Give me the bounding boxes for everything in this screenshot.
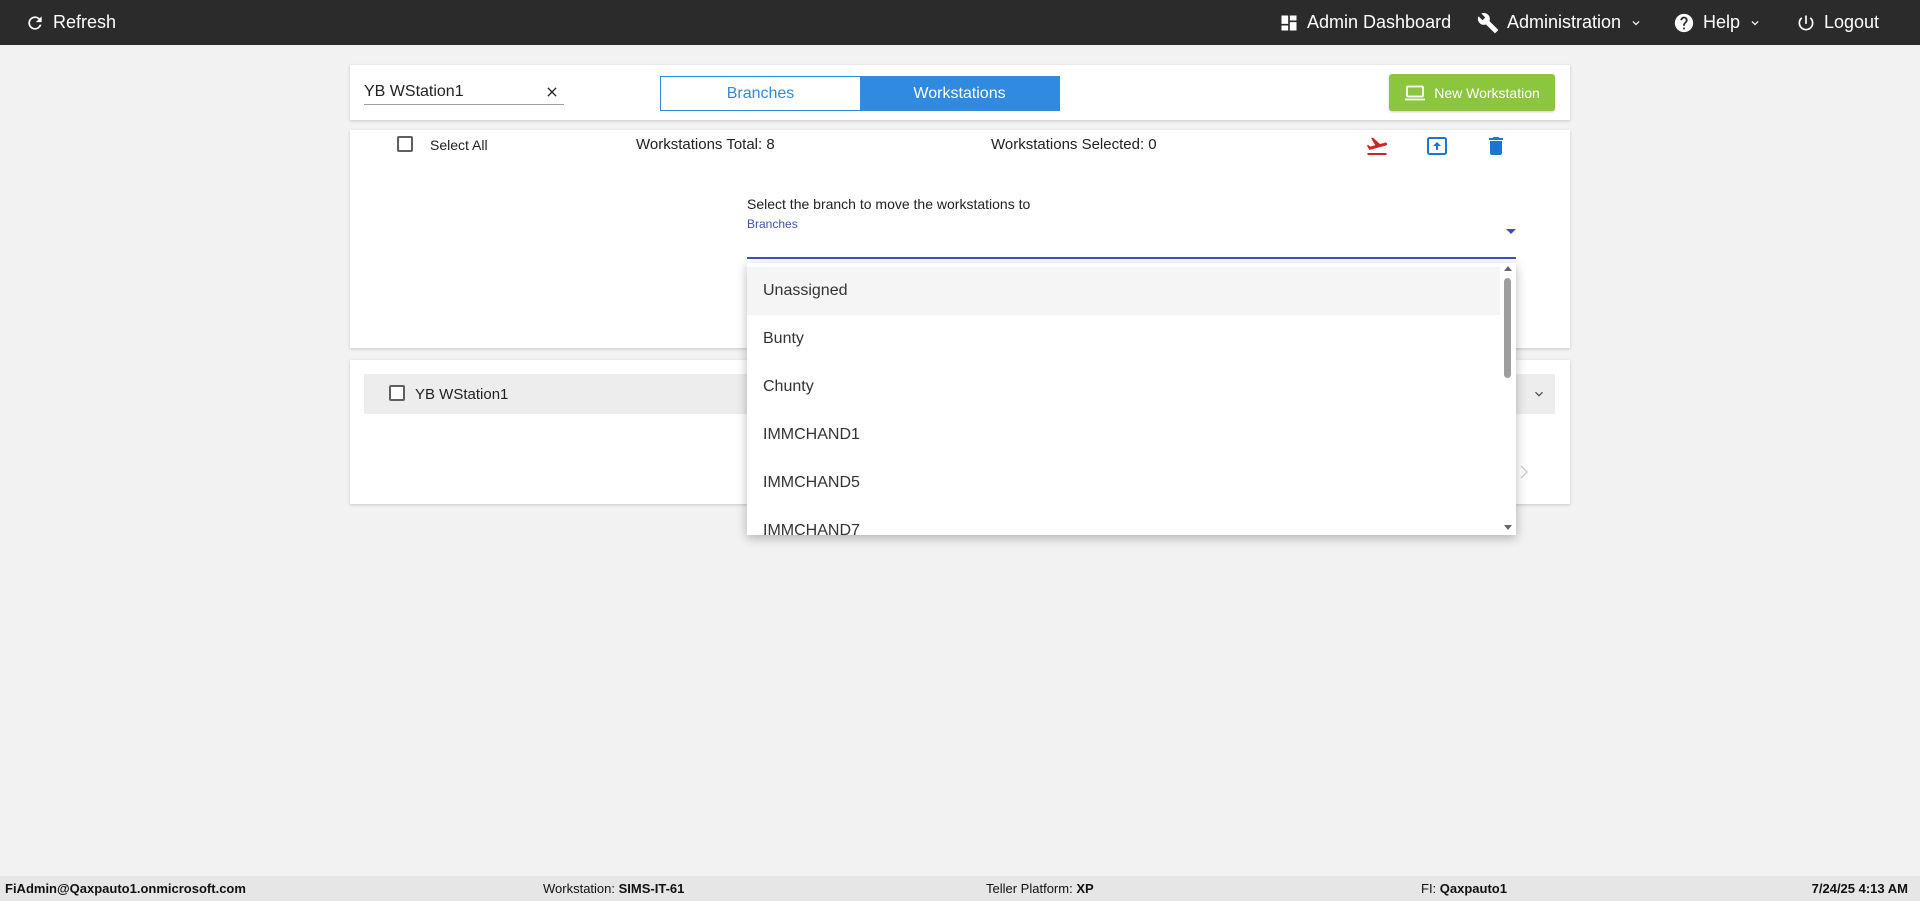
help-menu[interactable]: Help <box>1673 0 1762 45</box>
refresh-button[interactable]: Refresh <box>25 0 116 45</box>
tab-branches[interactable]: Branches <box>661 77 860 110</box>
option-chunty[interactable]: Chunty <box>747 363 1500 411</box>
new-workstation-button[interactable]: New Workstation <box>1389 74 1555 111</box>
workstation-checkbox[interactable] <box>389 385 405 401</box>
help-label: Help <box>1703 12 1741 32</box>
select-all-checkbox[interactable] <box>397 136 413 152</box>
refresh-label: Refresh <box>53 12 117 32</box>
footer-fi: FI: Qaxpauto1 <box>1421 881 1507 896</box>
footer-teller-label: Teller Platform: <box>986 881 1073 896</box>
laptop-icon <box>1405 85 1426 100</box>
scroll-down-arrow[interactable] <box>1504 525 1512 530</box>
admin-dashboard-label: Admin Dashboard <box>1307 12 1452 32</box>
scrollbar-thumb[interactable] <box>1504 278 1511 378</box>
help-icon <box>1674 13 1694 32</box>
logout-button[interactable]: Logout <box>1796 0 1879 45</box>
workstations-total: Workstations Total: 8 <box>636 136 775 153</box>
branches-select-caret[interactable] <box>1506 229 1516 234</box>
select-all-label: Select All <box>430 137 488 153</box>
search-field <box>364 81 564 105</box>
top-navigation-bar: Refresh Admin Dashboard Administration H… <box>0 0 1920 45</box>
branches-select-label: Branches <box>747 217 798 231</box>
new-workstation-label: New Workstation <box>1434 84 1540 101</box>
footer-teller-platform: Teller Platform: XP <box>986 881 1094 896</box>
workstation-name: YB WStation1 <box>415 386 509 403</box>
footer-teller-value: XP <box>1076 881 1094 896</box>
dropdown-scrollbar[interactable] <box>1500 263 1516 535</box>
chevron-right-icon[interactable] <box>1518 464 1530 480</box>
footer-datetime: 7/24/25 4:13 AM <box>1811 881 1908 896</box>
flight-takeoff-icon[interactable] <box>1365 134 1389 158</box>
option-bunty[interactable]: Bunty <box>747 315 1500 363</box>
trash-icon[interactable] <box>1484 134 1508 158</box>
scroll-up-arrow[interactable] <box>1504 266 1512 271</box>
tab-workstations[interactable]: Workstations <box>860 77 1059 110</box>
option-immchand1[interactable]: IMMCHAND1 <box>747 411 1500 459</box>
move-branch-prompt: Select the branch to move the workstatio… <box>747 196 1031 212</box>
refresh-icon <box>28 15 42 30</box>
administration-label: Administration <box>1507 12 1622 32</box>
logout-label: Logout <box>1824 12 1880 32</box>
option-immchand5[interactable]: IMMCHAND5 <box>747 459 1500 507</box>
status-footer: FiAdmin@Qaxpauto1.onmicrosoft.com Workst… <box>0 876 1920 901</box>
upload-icon[interactable] <box>1425 134 1449 158</box>
search-input[interactable] <box>364 81 534 103</box>
administration-menu[interactable]: Administration <box>1477 0 1643 45</box>
chevron-down-icon <box>1632 20 1640 25</box>
footer-workstation-value: SIMS-IT-61 <box>618 881 685 896</box>
option-immchand7[interactable]: IMMCHAND7 <box>747 507 1500 535</box>
chevron-down-icon <box>1751 20 1759 25</box>
workstations-selected: Workstations Selected: 0 <box>991 136 1157 153</box>
footer-fi-value: Qaxpauto1 <box>1439 881 1507 896</box>
search-toolbar-card: Branches Workstations New Workstation <box>350 65 1570 120</box>
chevron-down-icon[interactable] <box>1531 386 1547 402</box>
branches-select[interactable] <box>747 257 1516 259</box>
close-icon[interactable] <box>544 84 560 100</box>
branches-dropdown: Unassigned Bunty Chunty IMMCHAND1 IMMCHA… <box>747 263 1516 535</box>
option-unassigned[interactable]: Unassigned <box>747 267 1500 315</box>
power-icon <box>1798 15 1814 30</box>
admin-dashboard-link[interactable]: Admin Dashboard <box>1279 0 1451 45</box>
branches-options: Unassigned Bunty Chunty IMMCHAND1 IMMCHA… <box>747 263 1500 535</box>
dashboard-icon <box>1281 15 1297 30</box>
footer-user: FiAdmin@Qaxpauto1.onmicrosoft.com <box>5 881 246 896</box>
footer-workstation: Workstation: SIMS-IT-61 <box>543 881 684 896</box>
footer-fi-label: FI: <box>1421 881 1437 896</box>
footer-workstation-label: Workstation: <box>543 881 616 896</box>
view-toggle: Branches Workstations <box>660 76 1060 111</box>
wrench-icon <box>1477 12 1499 33</box>
